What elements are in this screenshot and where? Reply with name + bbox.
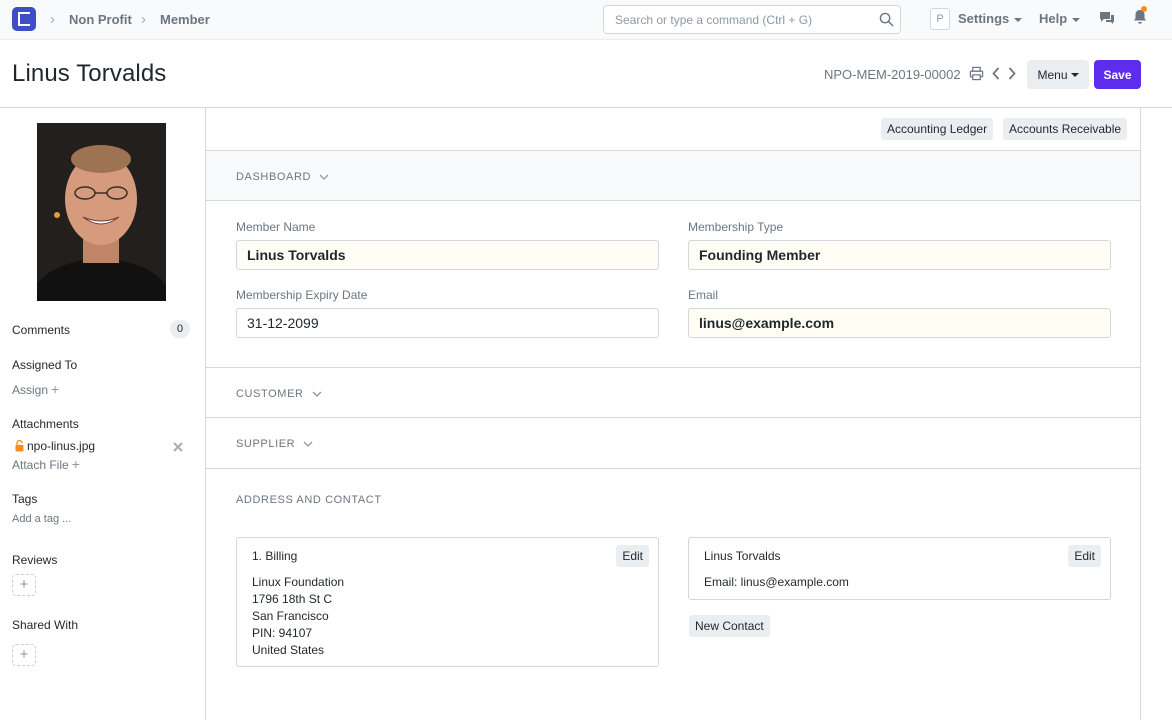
caret-down-icon bbox=[1014, 17, 1023, 22]
address-line: PIN: 94107 bbox=[252, 626, 313, 640]
save-button[interactable]: Save bbox=[1094, 60, 1141, 89]
address-title: 1. Billing bbox=[252, 549, 298, 563]
new-contact-button[interactable]: New Contact bbox=[689, 615, 770, 637]
accounts-receivable-button[interactable]: Accounts Receivable bbox=[1003, 118, 1128, 140]
assign-link-label: Assign bbox=[12, 383, 49, 397]
tags-label: Tags bbox=[12, 492, 38, 506]
chevron-down-icon bbox=[303, 441, 313, 448]
chevron-down-icon bbox=[319, 174, 329, 181]
breadcrumb-member[interactable]: Member bbox=[160, 12, 210, 27]
attach-file-link[interactable]: Attach File + bbox=[12, 456, 80, 472]
menu-button[interactable]: Menu bbox=[1027, 60, 1089, 89]
comments-label: Comments bbox=[12, 323, 71, 337]
address-line: Linux Foundation bbox=[252, 575, 345, 589]
supplier-section-title: SUPPLIER bbox=[236, 438, 313, 450]
address-line: United States bbox=[252, 643, 325, 657]
form-layout: Accounting Ledger Accounts Receivable DA… bbox=[205, 108, 1141, 720]
lock-open-icon bbox=[15, 440, 24, 452]
reviews-label: Reviews bbox=[12, 553, 58, 567]
address-contact-section-title: ADDRESS AND CONTACT bbox=[236, 494, 382, 506]
dashboard-section-title: DASHBOARD bbox=[236, 171, 329, 183]
dashboard-section-label: DASHBOARD bbox=[236, 171, 312, 183]
supplier-section-head[interactable]: SUPPLIER bbox=[206, 418, 1140, 469]
customer-section-head[interactable]: CUSTOMER bbox=[206, 367, 1140, 418]
attach-file-label: Attach File bbox=[12, 458, 69, 472]
attachments-label: Attachments bbox=[12, 417, 79, 431]
menu-label: Menu bbox=[1037, 67, 1068, 82]
plus-icon: + bbox=[71, 456, 80, 472]
chevron-right-icon: › bbox=[50, 11, 55, 28]
shared-with-label: Shared With bbox=[12, 618, 79, 632]
attachment-file-link[interactable]: npo-linus.jpg bbox=[27, 439, 95, 453]
page-title: Linus Torvalds bbox=[12, 60, 167, 87]
chevron-down-icon bbox=[312, 391, 322, 398]
help-label: Help bbox=[1039, 11, 1068, 26]
document-name: NPO-MEM-2019-00002 bbox=[824, 67, 961, 82]
address-card: 1. Billing Edit Linux Foundation 1796 18… bbox=[236, 537, 659, 667]
assigned-to-label: Assigned To bbox=[12, 358, 78, 372]
membership-type-label: Membership Type bbox=[688, 220, 784, 234]
accounting-ledger-button[interactable]: Accounting Ledger bbox=[881, 118, 994, 140]
edit-contact-button[interactable]: Edit bbox=[1068, 545, 1101, 567]
chevron-right-icon: › bbox=[141, 11, 146, 28]
settings-label: Settings bbox=[958, 11, 1010, 26]
app-logo[interactable] bbox=[12, 7, 36, 31]
plus-icon: + bbox=[51, 381, 60, 397]
search-input[interactable] bbox=[604, 6, 874, 33]
user-avatar[interactable]: P bbox=[930, 8, 950, 30]
expiry-date-field[interactable] bbox=[236, 308, 659, 338]
search-icon[interactable] bbox=[879, 12, 894, 27]
breadcrumb-non-profit[interactable]: Non Profit bbox=[69, 12, 132, 27]
caret-down-icon bbox=[1072, 17, 1081, 22]
email-label: Email bbox=[688, 288, 719, 302]
member-photo-portrait bbox=[37, 123, 166, 301]
dashboard-links: Accounting Ledger Accounts Receivable bbox=[206, 108, 1140, 151]
navbar: › Non Profit › Member P Settings Help bbox=[0, 0, 1172, 40]
customer-section-title: CUSTOMER bbox=[236, 388, 322, 400]
comments-count-badge: 0 bbox=[170, 320, 190, 338]
dashboard-section-head[interactable]: DASHBOARD bbox=[206, 151, 1140, 201]
membership-type-field[interactable] bbox=[688, 240, 1111, 270]
search-bar bbox=[603, 5, 901, 34]
address-line: 1796 18th St C bbox=[252, 592, 333, 606]
customer-section-label: CUSTOMER bbox=[236, 388, 304, 400]
chevron-right-icon[interactable] bbox=[1007, 66, 1017, 81]
contact-title: Linus Torvalds bbox=[704, 549, 781, 563]
settings-dropdown[interactable]: Settings bbox=[958, 11, 1023, 26]
member-photo[interactable] bbox=[37, 123, 166, 301]
member-name-field[interactable] bbox=[236, 240, 659, 270]
remove-attachment-icon[interactable] bbox=[173, 442, 183, 452]
email-field[interactable] bbox=[688, 308, 1111, 338]
add-tag-link[interactable]: Add a tag ... bbox=[12, 513, 71, 525]
add-review-button[interactable]: + bbox=[12, 574, 36, 596]
contact-card: Linus Torvalds Edit Email: linus@example… bbox=[688, 537, 1111, 600]
caret-down-icon bbox=[1070, 73, 1079, 78]
print-icon[interactable] bbox=[969, 66, 984, 81]
assign-link[interactable]: Assign + bbox=[12, 381, 59, 397]
member-name-label: Member Name bbox=[236, 220, 316, 234]
notification-dot bbox=[1141, 6, 1147, 12]
help-dropdown[interactable]: Help bbox=[1039, 11, 1081, 26]
add-share-button[interactable]: + bbox=[12, 644, 36, 666]
contact-email-line: Email: linus@example.com bbox=[704, 575, 849, 589]
chat-icon[interactable] bbox=[1099, 11, 1115, 25]
expiry-date-label: Membership Expiry Date bbox=[236, 288, 368, 302]
edit-address-button[interactable]: Edit bbox=[616, 545, 649, 567]
chevron-left-icon[interactable] bbox=[991, 66, 1001, 81]
address-line: San Francisco bbox=[252, 609, 329, 623]
supplier-section-label: SUPPLIER bbox=[236, 438, 296, 450]
